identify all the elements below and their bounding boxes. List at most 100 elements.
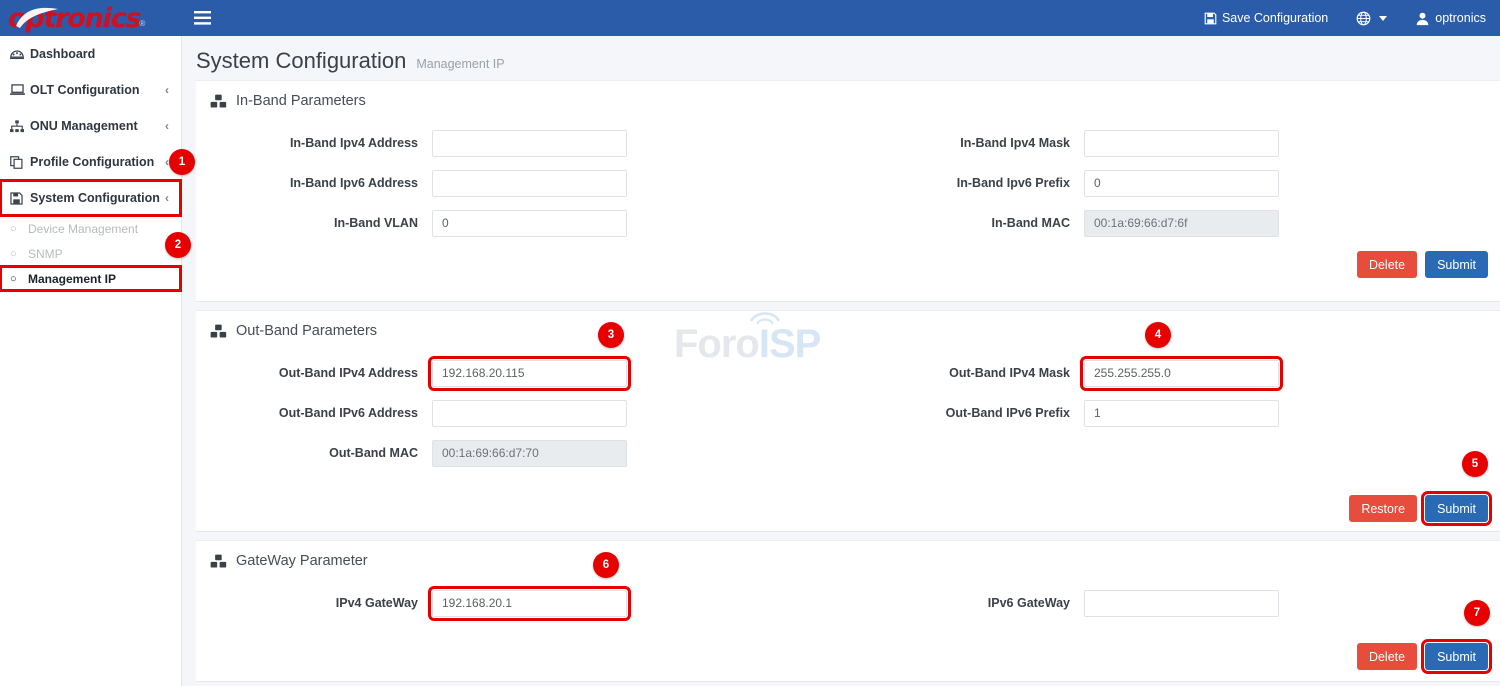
out-band-button-row: Restore Submit [196,473,1500,536]
cubes-icon [210,554,227,569]
sidebar-item-onu-management-chevron: ‹ [165,119,169,133]
field-row-in-band-ipv4-address: In-Band Ipv4 Address [196,123,848,163]
ipv4-gateway-input[interactable] [432,590,627,617]
field-row-in-band-ipv4-mask: In-Band Ipv4 Mask [848,123,1500,163]
in-band-vlan-input[interactable] [432,210,627,237]
out-band-panel-header: Out-Band Parameters [196,311,1500,345]
sitemap-icon [10,120,30,133]
sidebar-item-profile-configuration[interactable]: Profile Configuration ‹ [0,144,181,180]
page-title: System Configuration [196,48,406,74]
hamburger-glyph [194,11,211,25]
field-row-in-band-vlan: In-Band VLAN [196,203,848,243]
gateway-panel-header: GateWay Parameter [196,541,1500,575]
gateway-right-column: IPv6 GateWay [848,583,1500,623]
out-band-right-column: Out-Band IPv4 Mask Out-Band IPv6 Prefix [848,353,1500,473]
in-band-ipv6-prefix-label: In-Band Ipv6 Prefix [848,176,1084,190]
circle-icon: ○ [10,248,28,260]
sidebar-item-profile-configuration-label: Profile Configuration [30,155,161,169]
field-row-out-band-ipv4-address: Out-Band IPv4 Address [196,353,848,393]
out-band-ipv6-prefix-label: Out-Band IPv6 Prefix [848,406,1084,420]
sidebar-item-device-management[interactable]: ○ Device Management [0,216,181,241]
in-band-ipv4-mask-input[interactable] [1084,130,1279,157]
out-band-panel-title: Out-Band Parameters [236,323,377,339]
field-row-in-band-ipv6-prefix: In-Band Ipv6 Prefix [848,163,1500,203]
sidebar-item-management-ip[interactable]: ○ Management IP [0,266,181,291]
in-band-ipv6-prefix-input[interactable] [1084,170,1279,197]
sidebar-item-dashboard-label: Dashboard [30,47,165,61]
gateway-panel-title: GateWay Parameter [236,553,368,569]
gateway-button-row: Delete Submit [196,623,1500,684]
gateway-panel: GateWay Parameter IPv4 GateWay IPv6 Gate… [196,540,1500,682]
gateway-delete-button[interactable]: Delete [1357,643,1417,670]
gateway-submit-button[interactable]: Submit [1425,643,1488,670]
in-band-submit-button[interactable]: Submit [1425,251,1488,278]
in-band-form: In-Band Ipv4 Address In-Band Ipv6 Addres… [196,115,1500,243]
chevron-down-icon [1379,16,1387,21]
sidebar-item-olt-configuration[interactable]: OLT Configuration ‹ [0,72,181,108]
in-band-delete-button[interactable]: Delete [1357,251,1417,278]
out-band-ipv4-address-input[interactable] [432,360,627,387]
in-band-panel: In-Band Parameters In-Band Ipv4 Address … [196,80,1500,302]
out-band-mac-input [432,440,627,467]
out-band-form: Out-Band IPv4 Address Out-Band IPv6 Addr… [196,345,1500,473]
in-band-ipv4-address-label: In-Band Ipv4 Address [196,136,432,150]
sidebar-item-device-management-label: Device Management [28,222,138,236]
out-band-restore-button[interactable]: Restore [1349,495,1417,522]
out-band-panel: Out-Band Parameters Out-Band IPv4 Addres… [196,310,1500,532]
language-selector[interactable] [1342,0,1401,36]
circle-icon: ○ [10,273,28,285]
out-band-ipv4-mask-input[interactable] [1084,360,1279,387]
logo-text: optronics [8,3,140,34]
circle-icon: ○ [10,223,28,235]
sidebar-item-management-ip-label: Management IP [28,272,116,286]
hamburger-icon[interactable] [182,0,222,36]
sidebar: Dashboard OLT Configuration ‹ ONU Manage… [0,36,182,686]
topbar-right-group: Save Configuration optronics [1190,0,1500,36]
sidebar-item-onu-management-label: ONU Management [30,119,161,133]
out-band-mac-label: Out-Band MAC [196,446,432,460]
sidebar-item-olt-configuration-chevron: ‹ [165,83,169,97]
sidebar-item-onu-management[interactable]: ONU Management ‹ [0,108,181,144]
sidebar-item-system-configuration[interactable]: System Configuration ‹ [0,180,181,216]
field-row-in-band-mac: In-Band MAC [848,203,1500,243]
page-header: System Configuration Management IP [182,36,1500,80]
step-badge-5: 5 [1462,451,1488,477]
in-band-ipv6-address-label: In-Band Ipv6 Address [196,176,432,190]
field-row-out-band-mac: Out-Band MAC [196,433,848,473]
laptop-icon [10,84,30,96]
field-row-in-band-ipv6-address: In-Band Ipv6 Address [196,163,848,203]
step-badge-2: 2 [165,232,191,258]
save-icon [1204,12,1217,25]
in-band-ipv6-address-input[interactable] [432,170,627,197]
step-badge-6: 6 [593,552,619,578]
registered-mark-icon: ® [139,19,145,28]
gateway-left-column: IPv4 GateWay [196,583,848,623]
cubes-icon [210,324,227,339]
user-name-label: optronics [1435,11,1486,25]
brand-logo[interactable]: optronics® [0,0,182,36]
page-subtitle: Management IP [416,57,504,74]
sidebar-item-dashboard[interactable]: Dashboard [0,36,181,72]
step-badge-1: 1 [169,149,195,175]
ipv6-gateway-label: IPv6 GateWay [848,596,1084,610]
out-band-ipv4-address-label: Out-Band IPv4 Address [196,366,432,380]
step-badge-4: 4 [1145,322,1171,348]
out-band-ipv6-address-input[interactable] [432,400,627,427]
sidebar-item-snmp-label: SNMP [28,247,63,261]
field-row-out-band-ipv6-prefix: Out-Band IPv6 Prefix [848,393,1500,433]
user-menu[interactable]: optronics [1401,0,1500,36]
sidebar-item-olt-configuration-label: OLT Configuration [30,83,161,97]
step-badge-3: 3 [598,322,624,348]
out-band-ipv6-prefix-input[interactable] [1084,400,1279,427]
in-band-ipv4-address-input[interactable] [432,130,627,157]
save-configuration-button[interactable]: Save Configuration [1190,0,1342,36]
ipv4-gateway-label: IPv4 GateWay [196,596,432,610]
cubes-icon [210,94,227,109]
top-navbar: optronics® Save Configuration [0,0,1500,36]
out-band-submit-button[interactable]: Submit [1425,495,1488,522]
in-band-button-row: Delete Submit [196,243,1500,292]
sidebar-item-snmp[interactable]: ○ SNMP [0,241,181,266]
field-row-ipv6-gateway: IPv6 GateWay [848,583,1500,623]
ipv6-gateway-input[interactable] [1084,590,1279,617]
save-icon [10,192,30,205]
